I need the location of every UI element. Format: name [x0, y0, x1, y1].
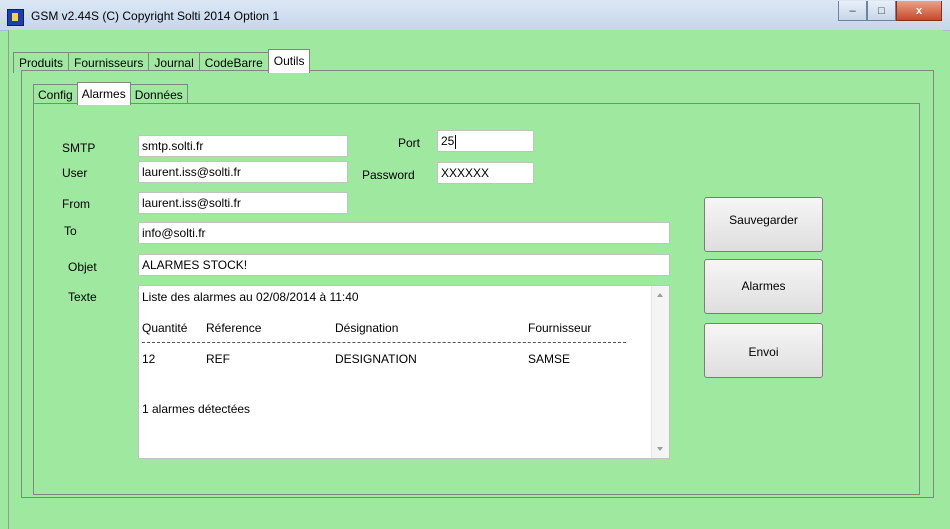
tab-outils[interactable]: Outils	[267, 49, 311, 73]
port-field[interactable]: 25	[437, 130, 534, 152]
subtab-config[interactable]: Config	[33, 84, 78, 105]
subtab-alarmes[interactable]: Alarmes	[76, 82, 131, 105]
text-cursor	[455, 135, 456, 149]
close-button[interactable]: x	[896, 1, 942, 21]
texte-area[interactable]: Liste des alarmes au 02/08/2014 à 11:40 …	[138, 285, 670, 459]
cell-quantite: 12	[142, 352, 156, 366]
scroll-up-arrow-icon[interactable]	[657, 293, 663, 297]
objet-field[interactable]: ALARMES STOCK!	[138, 254, 670, 276]
objet-label: Objet	[68, 260, 97, 274]
column-header-designation: Désignation	[335, 321, 399, 335]
window-title: GSM v2.44S (C) Copyright Solti 2014 Opti…	[31, 9, 280, 23]
column-header-quantite: Quantité	[142, 321, 188, 335]
subtab-donnees[interactable]: Données	[129, 84, 188, 105]
window-controls: – □ x	[838, 1, 942, 21]
separator-line	[142, 342, 626, 343]
user-label: User	[62, 166, 88, 180]
to-label: To	[64, 224, 77, 238]
password-label: Password	[362, 168, 415, 182]
port-label: Port	[398, 136, 421, 150]
column-header-reference: Réference	[206, 321, 262, 335]
column-header-fournisseur: Fournisseur	[528, 321, 592, 335]
user-field[interactable]: laurent.iss@solti.fr	[138, 161, 348, 183]
smtp-label: SMTP	[62, 141, 96, 155]
cell-fournisseur: SAMSE	[528, 352, 571, 366]
vertical-scrollbar[interactable]	[651, 286, 669, 458]
scroll-down-arrow-icon[interactable]	[657, 447, 663, 451]
minimize-button[interactable]: –	[838, 1, 867, 21]
cell-designation: DESIGNATION	[335, 352, 417, 366]
to-field[interactable]: info@solti.fr	[138, 222, 670, 244]
cell-reference: REF	[206, 352, 230, 366]
message-header-line: Liste des alarmes au 02/08/2014 à 11:40	[142, 290, 359, 304]
app-icon	[7, 9, 24, 26]
message-summary: 1 alarmes détectées	[142, 402, 251, 416]
from-label: From	[62, 197, 90, 211]
send-button[interactable]: Envoi	[704, 323, 823, 378]
from-field[interactable]: laurent.iss@solti.fr	[138, 192, 348, 214]
save-button[interactable]: Sauvegarder	[704, 197, 823, 252]
outils-subtabs: Config Alarmes Données	[33, 82, 188, 105]
smtp-field[interactable]: smtp.solti.fr	[138, 135, 348, 157]
title-bar: GSM v2.44S (C) Copyright Solti 2014 Opti…	[0, 0, 950, 31]
password-field[interactable]: XXXXXX	[437, 162, 534, 184]
maximize-button[interactable]: □	[867, 1, 896, 21]
texte-label: Texte	[68, 290, 97, 304]
alarms-button[interactable]: Alarmes	[704, 259, 823, 314]
